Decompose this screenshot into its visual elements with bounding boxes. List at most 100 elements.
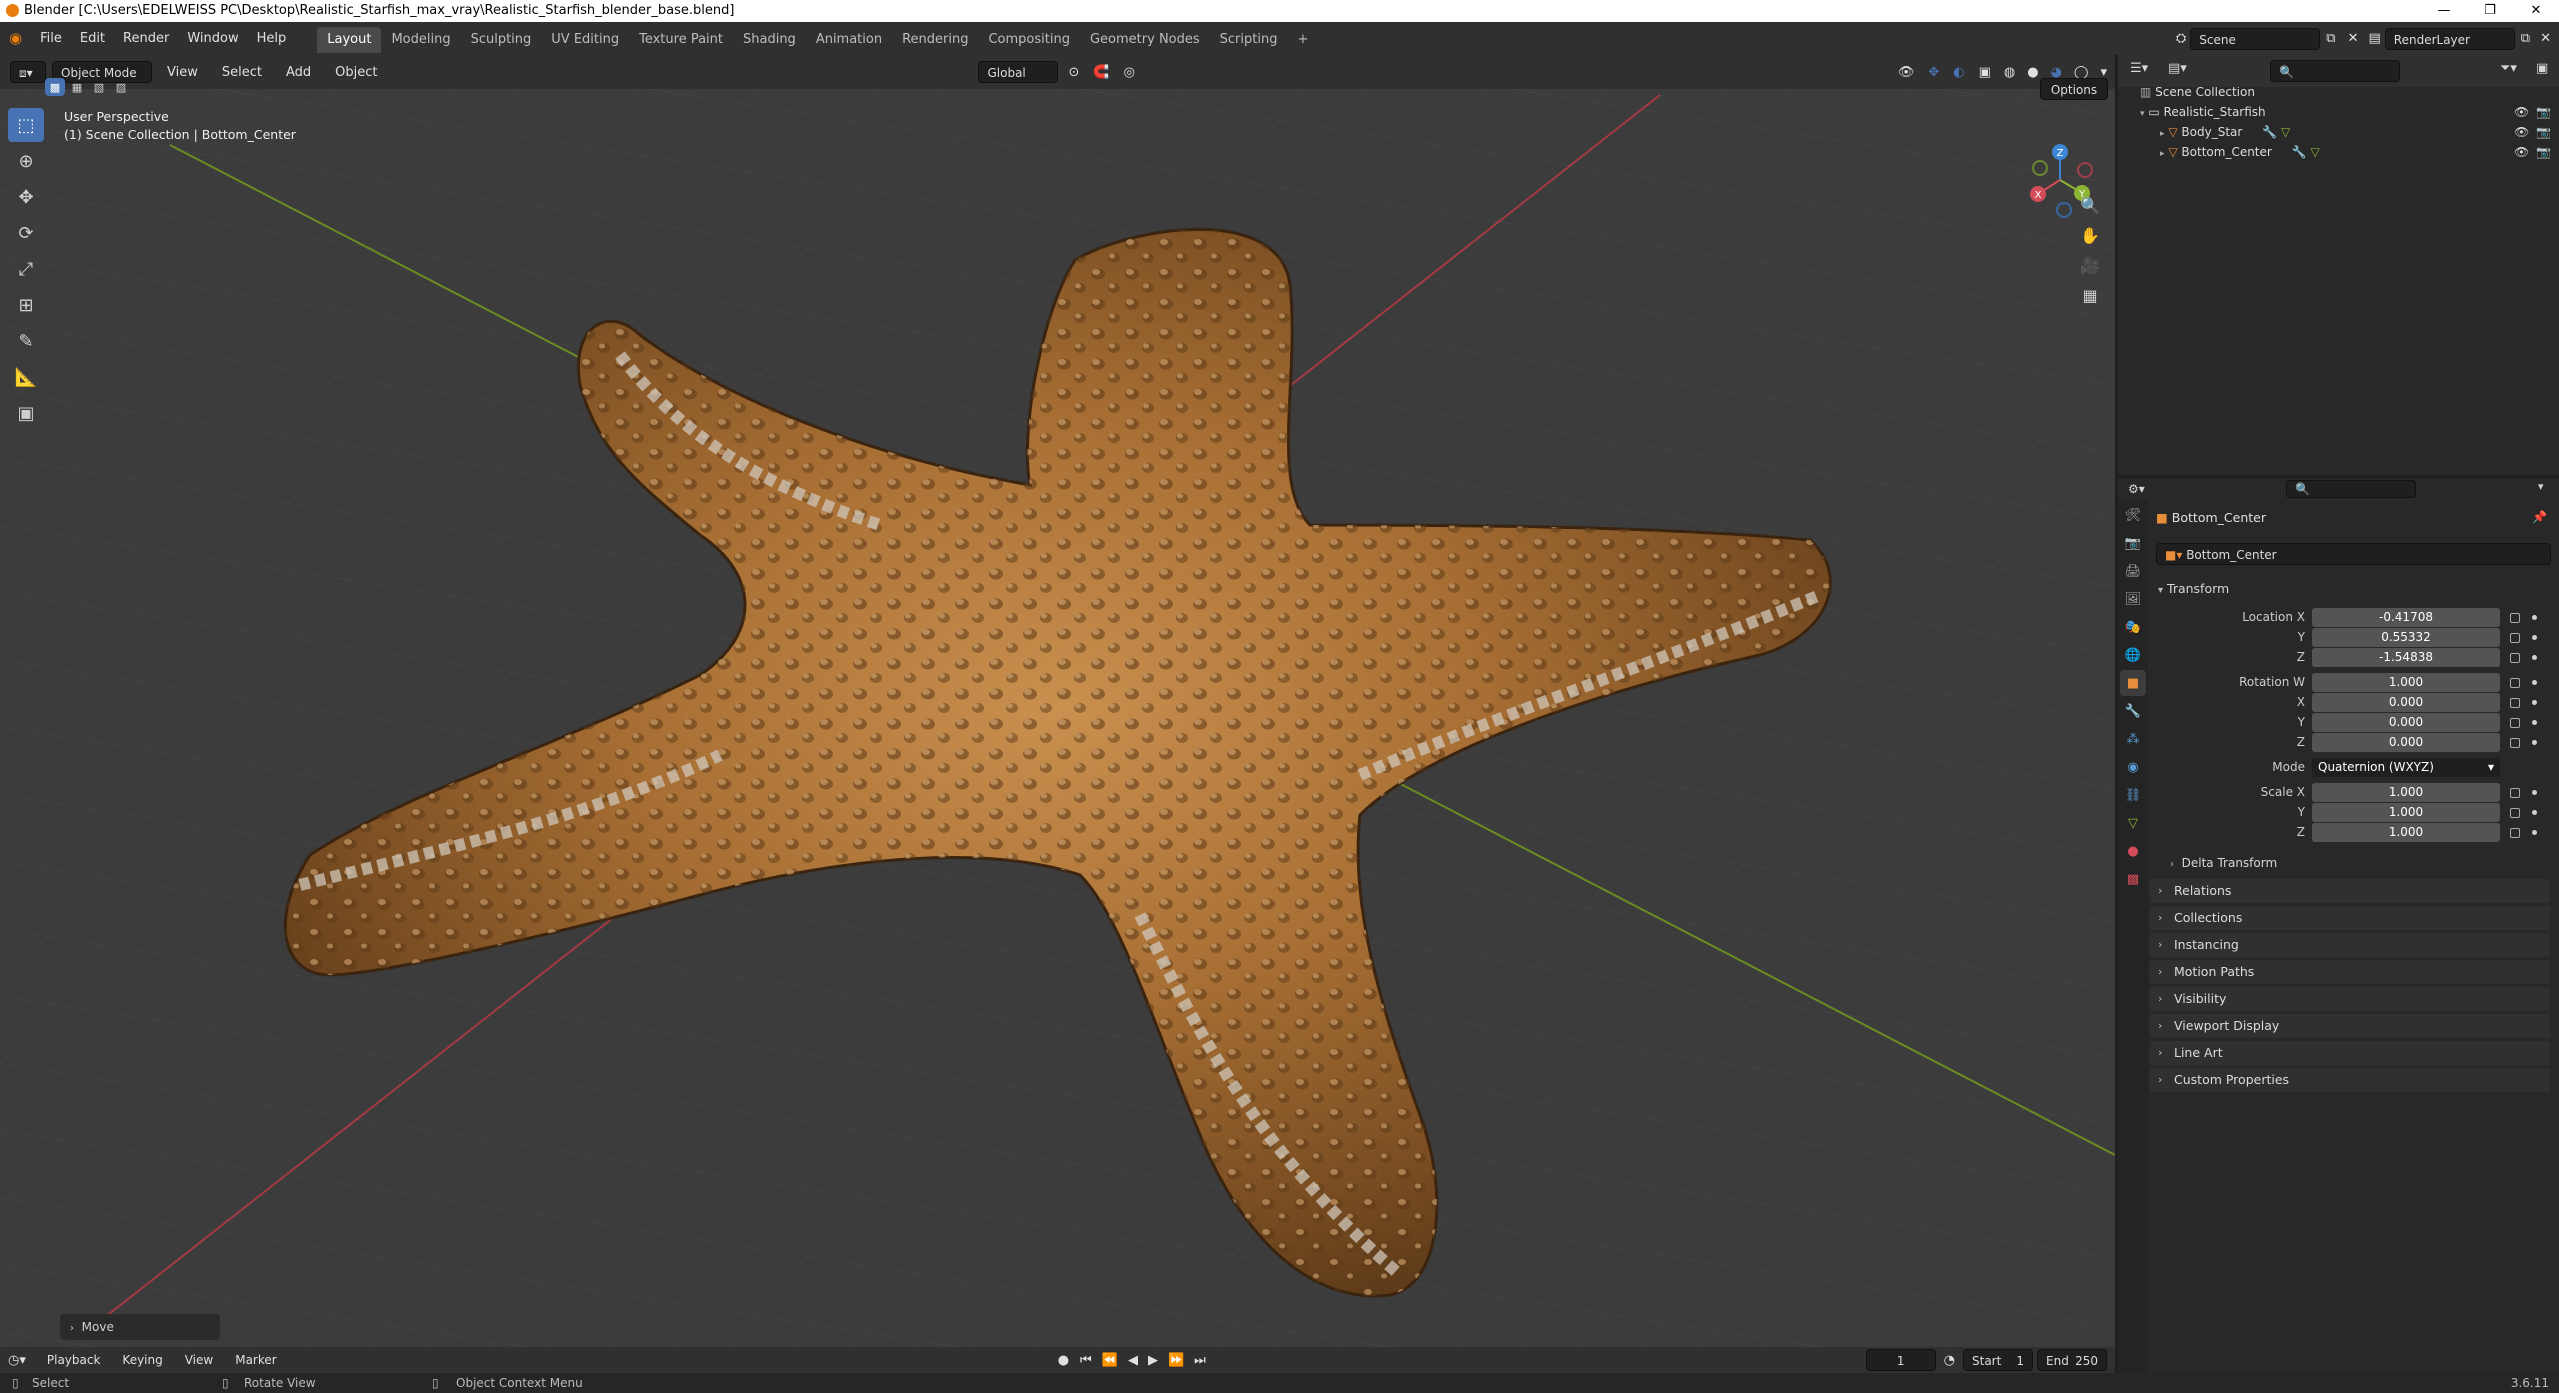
current-frame-field[interactable]: 1 [1865,1349,1936,1371]
object-name-field[interactable]: ■▾ Bottom_Center [2156,543,2551,565]
keyframe-dot-icon[interactable] [2532,790,2537,795]
3d-viewport[interactable]: Z Y X [0,55,2115,1347]
hide-toggle-eye-icon[interactable]: 👁 [2514,122,2529,142]
rotation-y-field[interactable]: 0.000 [2312,713,2500,732]
outliner-item-realistic-starfish[interactable]: ▾ ▭ Realistic_Starfish 👁 📷 [2118,102,2559,122]
texture-tab-icon[interactable]: ▩ [2120,866,2146,892]
properties-search-input[interactable]: 🔍 [2286,480,2416,498]
outliner-item-body-star[interactable]: ▸ ▽ Body_Star 🔧 ▽ 👁 📷 [2118,122,2559,142]
scene-tab-icon[interactable]: 🎭 [2120,614,2146,640]
tab-modeling[interactable]: Modeling [381,27,460,53]
timeline-menu-view[interactable]: View [176,1344,222,1377]
output-tab-icon[interactable]: 🖨 [2120,558,2146,584]
rotation-x-field[interactable]: 0.000 [2312,693,2500,712]
panel-line-art[interactable]: › Line Art [2150,1041,2550,1065]
menu-edit[interactable]: Edit [71,22,114,55]
pivot-point-icon[interactable]: ⊙ [1064,56,1083,89]
viewport-menu-select[interactable]: Select [213,56,271,89]
chevron-down-icon[interactable]: ▾ [2140,109,2145,119]
tab-geometry-nodes[interactable]: Geometry Nodes [1080,27,1210,53]
lock-icon[interactable] [2510,718,2520,728]
snap-icon[interactable]: 🧲 [1089,56,1113,89]
last-operator-panel[interactable]: › Move [60,1314,220,1340]
scale-z-field[interactable]: 1.000 [2312,823,2500,842]
pan-hand-icon[interactable]: ✋ [2073,220,2107,250]
viewport-menu-add[interactable]: Add [277,56,320,89]
scale-x-field[interactable]: 1.000 [2312,783,2500,802]
panel-collections[interactable]: › Collections [2150,906,2550,930]
lock-icon[interactable] [2510,653,2520,663]
lock-icon[interactable] [2510,788,2520,798]
keyframe-dot-icon[interactable] [2532,830,2537,835]
timeline-menu-keying[interactable]: Keying [113,1344,171,1377]
lock-icon[interactable] [2510,698,2520,708]
menu-window[interactable]: Window [178,22,247,55]
viewport-canvas[interactable]: Z Y X [0,55,2115,1347]
material-tab-icon[interactable]: ● [2120,838,2146,864]
measure-tool-icon[interactable]: 📐 [8,360,44,394]
tab-scripting[interactable]: Scripting [1210,27,1288,53]
camera-view-icon[interactable]: 🎥 [2073,250,2107,280]
keyframe-dot-icon[interactable] [2532,615,2537,620]
hide-toggle-eye-icon[interactable]: 👁 [2514,102,2529,122]
play-icon[interactable]: ▶ [1145,1344,1161,1377]
panel-visibility[interactable]: › Visibility [2150,987,2550,1011]
keyframe-dot-icon[interactable] [2532,740,2537,745]
object-tab-icon[interactable]: ■ [2120,670,2146,696]
menu-render[interactable]: Render [114,22,178,55]
gizmo-toggle-icon[interactable]: ✥ [1924,56,1943,89]
chevron-right-icon[interactable]: ▸ [2160,149,2165,159]
preview-range-icon[interactable]: ◔ [1940,1344,1959,1377]
play-reverse-icon[interactable]: ◀ [1125,1344,1141,1377]
delta-transform-subpanel[interactable]: › Delta Transform [2170,852,2550,874]
rotation-w-field[interactable]: 1.000 [2312,673,2500,692]
tool-tab-icon[interactable]: 🛠 [2120,502,2146,528]
rotation-z-field[interactable]: 0.000 [2312,733,2500,752]
modifier-tab-icon[interactable]: 🔧 [2120,698,2146,724]
wireframe-shading-icon[interactable]: ◍ [2001,56,2018,89]
render-tab-icon[interactable]: 📷 [2120,530,2146,556]
transform-orientation-selector[interactable]: Global [978,61,1059,83]
close-button[interactable]: ✕ [2513,0,2559,22]
render-toggle-camera-icon[interactable]: 📷 [2536,122,2551,142]
visibility-icon[interactable]: 👁 [1894,56,1919,89]
auto-keying-icon[interactable]: ● [1054,1344,1073,1377]
outliner[interactable]: ▥ Scene Collection ▾ ▭ Realistic_Starfis… [2118,55,2559,475]
minimize-button[interactable]: — [2421,0,2467,22]
outliner-search-input[interactable]: 🔍 [2270,60,2400,82]
jump-end-icon[interactable]: ⏭ [1191,1344,1209,1377]
move-tool-icon[interactable]: ✥ [8,180,44,214]
select-new-icon[interactable]: ▩ [45,78,65,96]
panel-relations[interactable]: › Relations [2150,879,2550,903]
solid-shading-icon[interactable]: ● [2024,56,2041,89]
scene-type-icon[interactable]: ⛭ [2172,22,2190,55]
scale-y-field[interactable]: 1.000 [2312,803,2500,822]
start-frame-field[interactable]: Start 1 [1963,1349,2033,1371]
viewport-menu-view[interactable]: View [158,56,207,89]
scale-tool-icon[interactable]: ⤢ [8,252,44,286]
tab-rendering[interactable]: Rendering [892,27,978,53]
lock-icon[interactable] [2510,828,2520,838]
xray-toggle-icon[interactable]: ▣ [1975,56,1995,89]
maximize-button[interactable]: ❐ [2467,0,2513,22]
jump-keyframe-forward-icon[interactable]: ⏩ [1165,1344,1187,1377]
properties-editor-type-icon[interactable]: ⚙▾ [2128,482,2145,496]
keyframe-dot-icon[interactable] [2532,810,2537,815]
tab-uv-editing[interactable]: UV Editing [541,27,629,53]
timeline-editor-icon[interactable]: ◷▾ [0,1344,34,1377]
lock-icon[interactable] [2510,633,2520,643]
select-subtract-icon[interactable]: ▧ [89,78,109,96]
menu-file[interactable]: File [31,22,71,55]
outliner-item-bottom-center[interactable]: ▸ ▽ Bottom_Center 🔧 ▽ 👁 📷 [2118,142,2559,162]
lock-icon[interactable] [2510,678,2520,688]
modifier-wrench-icon[interactable]: 🔧 [2292,145,2307,159]
editor-type-button[interactable]: ⧈▾ [10,61,46,83]
lock-icon[interactable] [2510,808,2520,818]
panel-motion-paths[interactable]: › Motion Paths [2150,960,2550,984]
view-layer-tab-icon[interactable]: 🖼 [2120,586,2146,612]
rotate-tool-icon[interactable]: ⟳ [8,216,44,250]
pin-icon[interactable]: 📌 [2532,510,2547,524]
constraints-tab-icon[interactable]: ⛓ [2120,782,2146,808]
location-x-field[interactable]: -0.41708 [2312,608,2500,627]
select-box-tool-icon[interactable]: ⬚ [8,108,44,142]
